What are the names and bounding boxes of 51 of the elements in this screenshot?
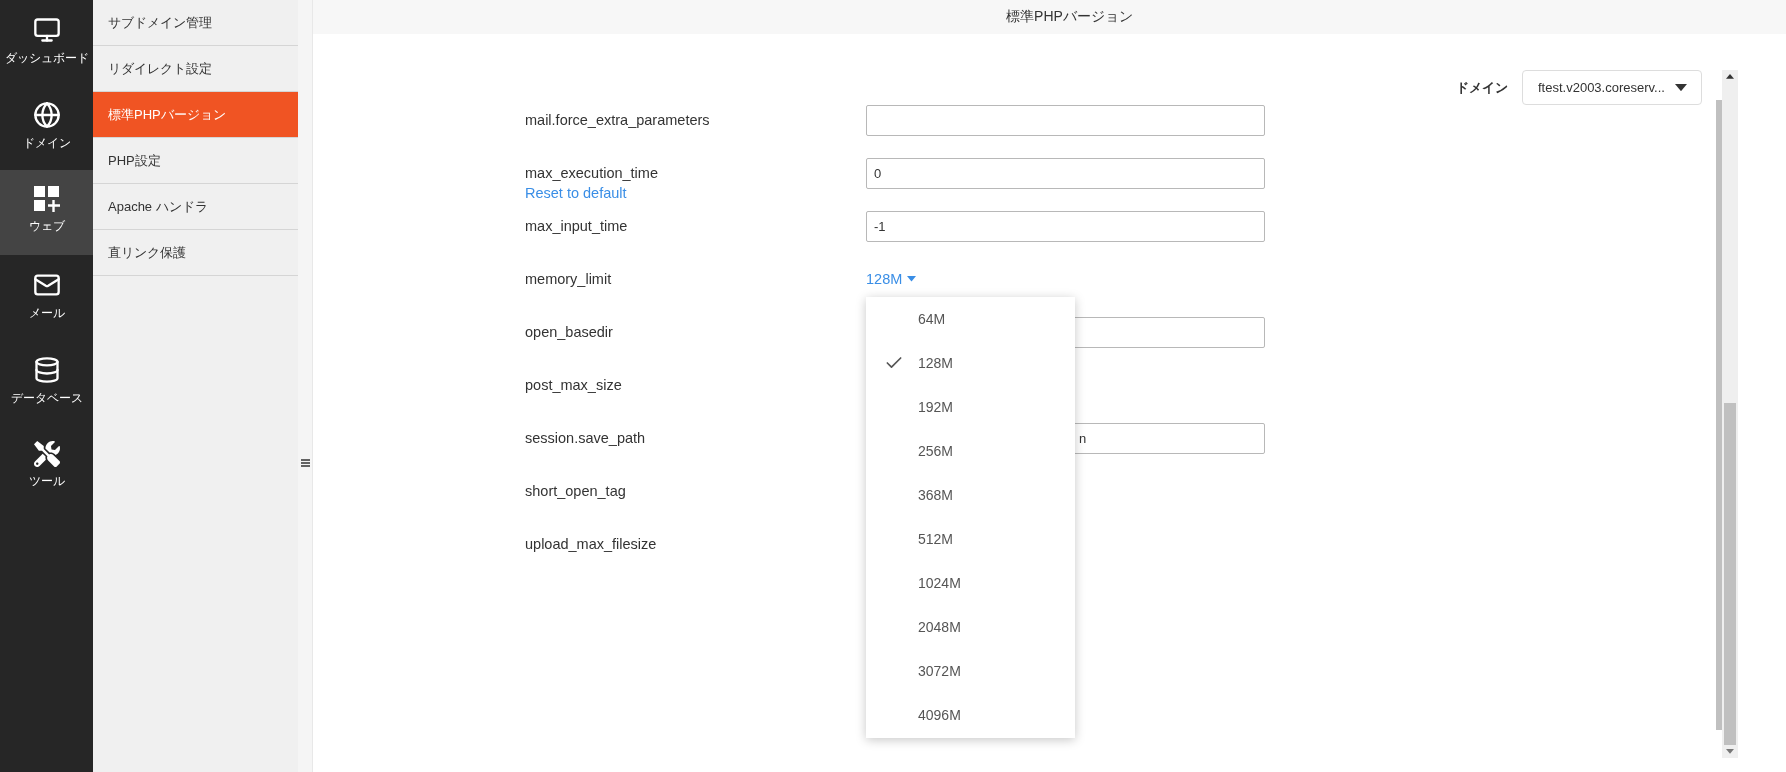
menu-option[interactable]: 4096M: [866, 693, 1075, 737]
down-arrow-icon: [1726, 749, 1734, 754]
globe-icon: [32, 101, 61, 129]
nav-item[interactable]: ドメイン: [0, 85, 93, 170]
setting-label: session.save_path: [525, 429, 647, 448]
setting-label: memory_limit: [525, 270, 613, 289]
caret-icon: [907, 276, 917, 282]
nav-item[interactable]: ダッシュボード: [0, 0, 93, 85]
input-field[interactable]: [866, 105, 1265, 136]
submenu-item[interactable]: 標準PHPバージョン: [93, 92, 298, 138]
nav-label: ダッシュボード: [4, 50, 89, 67]
input-field[interactable]: -1: [866, 211, 1265, 242]
scrollbar[interactable]: [1716, 100, 1722, 730]
monitor-icon: [32, 16, 61, 44]
menu-option[interactable]: 3072M: [866, 649, 1075, 693]
nav-item[interactable]: ウェブ: [0, 170, 93, 255]
nav-label: ドメイン: [22, 135, 71, 152]
nav-item[interactable]: データベース: [0, 340, 93, 425]
tools-icon: [33, 441, 60, 467]
page-title: 標準PHPバージョン: [1006, 8, 1133, 26]
setting-label: mail.force_extra_parameters: [525, 111, 711, 130]
grid-plus-icon: [33, 186, 60, 212]
menu-icon[interactable]: [300, 459, 310, 467]
setting-label: max_execution_time: [525, 164, 659, 183]
setting-label: post_max_size: [525, 376, 623, 395]
menu-option[interactable]: 1024M: [866, 561, 1075, 605]
database-icon: [32, 356, 61, 384]
setting-label: max_input_time: [525, 217, 629, 236]
input-field[interactable]: 0: [866, 158, 1265, 189]
setting-label: short_open_tag: [525, 482, 627, 501]
nav-label: ウェブ: [28, 218, 65, 235]
up-arrow-icon: [1726, 74, 1734, 79]
menu-option[interactable]: 2048M: [866, 605, 1075, 649]
nav-item[interactable]: メール: [0, 255, 93, 340]
caret-icon: [1675, 83, 1687, 92]
menu-option[interactable]: 512M: [866, 517, 1075, 561]
menu-option[interactable]: 368M: [866, 473, 1075, 517]
nav-label: メール: [28, 305, 65, 322]
domain-select[interactable]: ftest.v2003.coreserv...: [1522, 70, 1702, 105]
scrollbar-track[interactable]: [1722, 70, 1738, 758]
menu-option[interactable]: 64M: [866, 297, 1075, 341]
scrollbar-thumb[interactable]: [1724, 403, 1736, 746]
nav-item[interactable]: ツール: [0, 425, 93, 510]
setting-label: open_basedir: [525, 323, 614, 342]
nav-label: データベース: [10, 390, 83, 407]
nav-label: ツール: [28, 473, 65, 490]
menu-option[interactable]: 128M: [866, 341, 1075, 385]
setting-label: upload_max_filesize: [525, 535, 658, 554]
menu-option[interactable]: 256M: [866, 429, 1075, 473]
menu-option[interactable]: 192M: [866, 385, 1075, 429]
domain-label: ドメイン: [1456, 78, 1508, 97]
